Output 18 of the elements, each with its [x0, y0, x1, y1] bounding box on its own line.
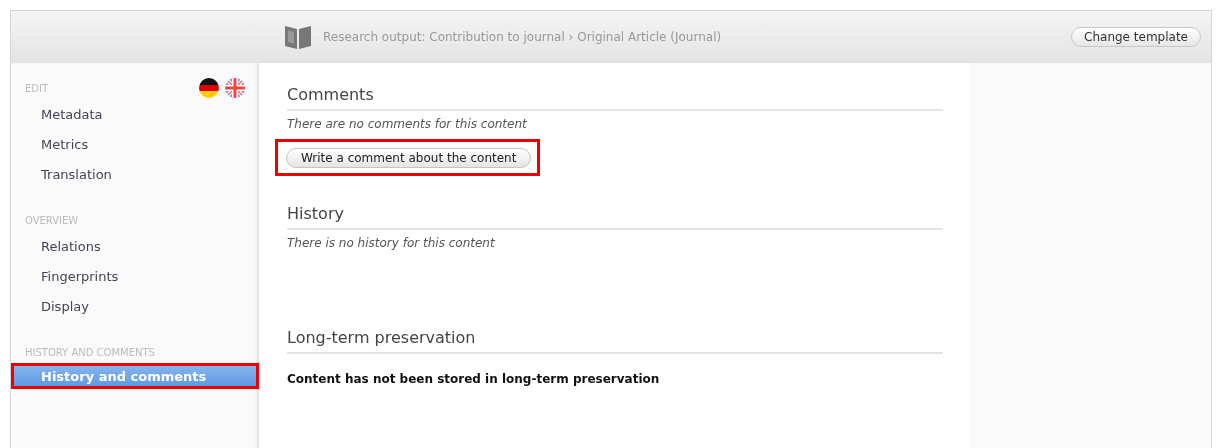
section-title: History [287, 204, 943, 230]
section-note: There is no history for this content [287, 236, 496, 250]
section-title: Comments [287, 85, 943, 111]
sidebar-heading: EDIT [25, 82, 49, 94]
sidebar-heading: HISTORY AND COMMENTS [25, 346, 155, 358]
breadcrumb: Research output: Contribution to journal › Original Article (Journal) [323, 30, 723, 44]
sidebar-item[interactable]: Display [11, 291, 259, 321]
sidebar-item[interactable]: Relations [11, 231, 259, 261]
section-note: There are no comments for this content [287, 117, 528, 131]
sidebar-item[interactable]: Metrics [11, 129, 259, 159]
sidebar-heading: OVERVIEW [25, 214, 79, 226]
change-template-button[interactable]: Change template [1071, 27, 1201, 47]
sidebar-item[interactable]: Metadata [11, 99, 259, 129]
section-note: Content has not been stored in long-term preservation [287, 372, 661, 386]
write-comment-button[interactable]: Write a comment about the content [286, 148, 532, 168]
sidebar-item[interactable]: Fingerprints [11, 261, 259, 291]
sidebar-item[interactable]: Translation [11, 159, 259, 189]
section-title: Long-term preservation [287, 328, 943, 354]
